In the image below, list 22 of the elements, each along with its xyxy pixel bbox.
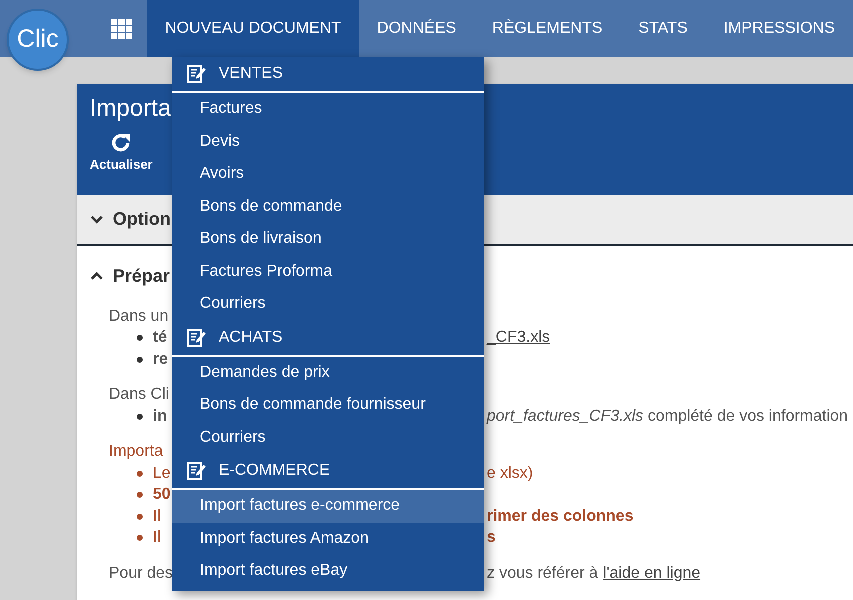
paragraph-text: Dans un [109, 306, 169, 327]
paragraph-text: e xlsx) [487, 464, 534, 484]
paragraph-text: re [153, 350, 168, 370]
section-title: E-COMMERCE [219, 461, 330, 481]
paragraph-text: s [487, 528, 496, 548]
paragraph-text: Pour des [109, 564, 174, 584]
paragraph-text: té [153, 328, 168, 348]
section-title: Prépar [113, 264, 170, 288]
section-title: VENTES [219, 64, 284, 84]
paragraph-text: Il [153, 528, 161, 548]
paragraph-text: Il [153, 506, 161, 527]
paragraph-text: z vous référer à [487, 564, 598, 584]
paragraph-text: 50 [153, 485, 171, 506]
paragraph-text: port_factures_CF3.xls complété de vos information [487, 406, 848, 427]
section-title: ACHATS [219, 328, 283, 348]
paragraph-text: Dans Cli [109, 385, 170, 406]
paragraph-text: rimer des colonnes [487, 506, 634, 527]
paragraph-text: Importa [109, 442, 164, 462]
paragraph-text: in [153, 406, 168, 427]
section-title: Option [113, 208, 171, 231]
paragraph-text: Le [153, 464, 171, 484]
page-title: Importa [90, 94, 172, 124]
